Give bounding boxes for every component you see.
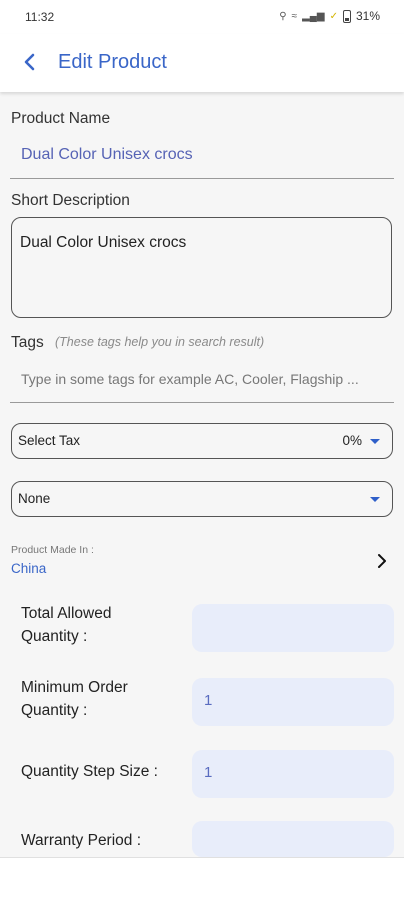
quantity-step-size-label: Quantity Step Size : (21, 760, 158, 783)
label-line-2: Quantity : (21, 702, 88, 719)
battery-percent: 31% (355, 9, 380, 23)
option-select[interactable]: None (11, 481, 393, 517)
label-line-2: Quantity : (21, 628, 88, 645)
chevron-right-icon[interactable] (376, 553, 388, 569)
page-title: Edit Product (58, 51, 167, 73)
option-select-value: None (18, 491, 51, 506)
warranty-period-input[interactable] (192, 821, 394, 857)
wifi-icon: ≈ (291, 10, 298, 22)
tax-select-label: Select Tax (18, 433, 81, 448)
label-line-1: Minimum Order (21, 679, 128, 696)
dropdown-caret-icon (370, 497, 380, 502)
signal-icon: ▂▄▆ (302, 10, 325, 22)
label-line-1: Total Allowed (21, 605, 112, 622)
total-allowed-quantity-input[interactable] (192, 604, 394, 652)
app-bar: Edit Product (0, 34, 404, 92)
tax-select-value: 0% (342, 433, 362, 448)
product-name-input[interactable]: Dual Color Unisex crocs (21, 146, 193, 164)
bottom-bar (0, 857, 404, 901)
label-line-1: Quantity Step Size : (21, 763, 158, 780)
product-name-label: Product Name (11, 110, 111, 127)
made-in-value[interactable]: China (11, 561, 46, 576)
tags-underline (10, 402, 394, 403)
tags-label: Tags (11, 334, 44, 351)
warranty-period-label: Warranty Period : (21, 829, 141, 852)
short-description-label: Short Description (11, 192, 130, 209)
tax-select[interactable]: Select Tax 0% (11, 423, 393, 459)
status-icons: ⚲ ≈ ▂▄▆ ✓ 31% (279, 9, 380, 23)
label-line-1: Warranty Period : (21, 832, 142, 849)
tags-input[interactable]: Type in some tags for example AC, Cooler… (21, 371, 385, 387)
status-time: 11:32 (25, 10, 55, 24)
minimum-order-quantity-input[interactable]: 1 (192, 678, 394, 726)
notification-icon: ⚲ (279, 10, 287, 22)
short-description-textarea[interactable]: Dual Color Unisex crocs (11, 217, 392, 318)
minimum-order-quantity-label: Minimum Order Quantity : (21, 676, 128, 722)
dropdown-caret-icon (370, 439, 380, 444)
charging-icon: ✓ (329, 10, 338, 22)
product-name-underline (10, 178, 394, 179)
battery-icon (342, 9, 351, 23)
total-allowed-quantity-label: Total Allowed Quantity : (21, 602, 111, 648)
quantity-step-size-input[interactable]: 1 (192, 750, 394, 798)
status-bar: 11:32 ⚲ ≈ ▂▄▆ ✓ 31% (0, 0, 404, 34)
back-arrow-icon[interactable] (20, 49, 42, 75)
made-in-label: Product Made In : (11, 544, 94, 556)
tags-hint: (These tags help you in search result) (55, 335, 265, 349)
